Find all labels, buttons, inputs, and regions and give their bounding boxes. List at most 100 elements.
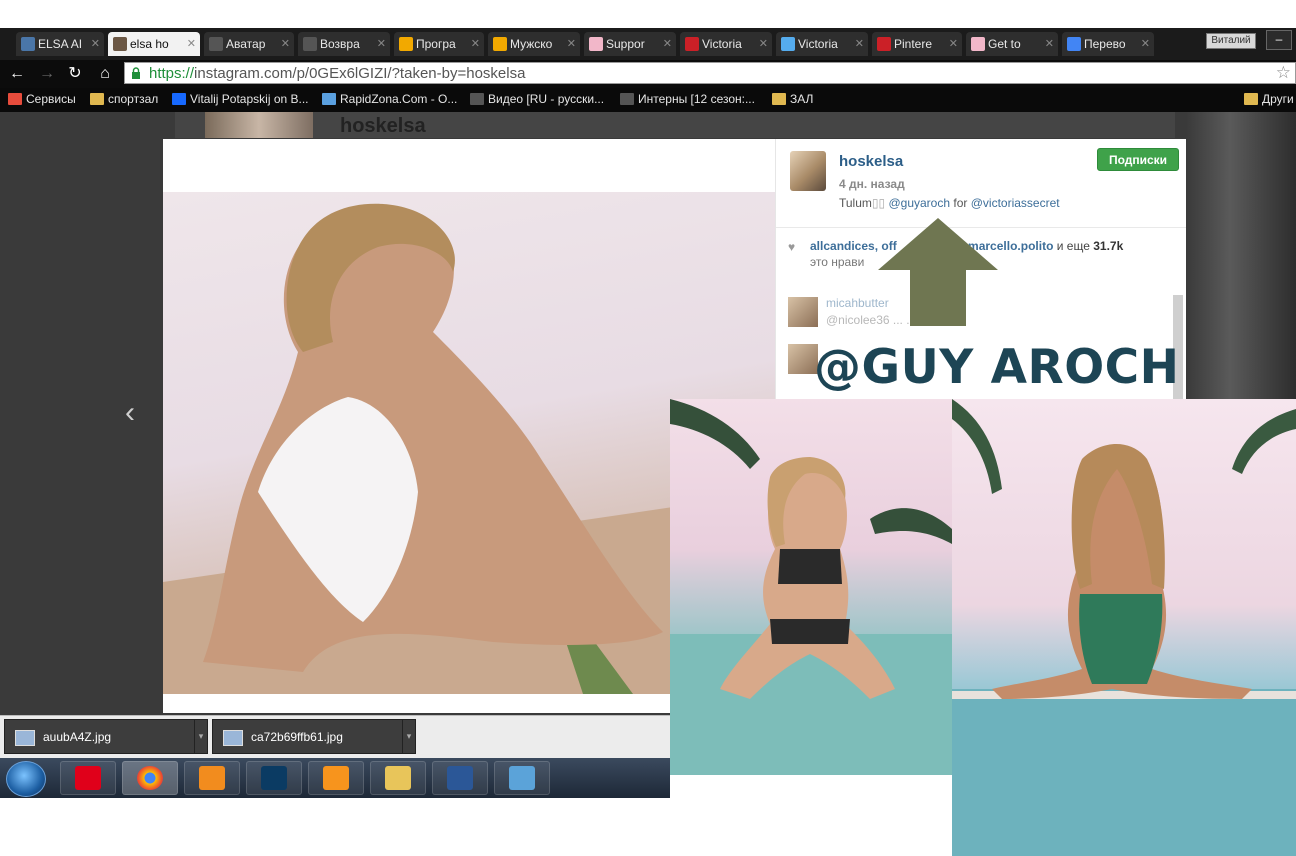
bookmark-item[interactable]: RapidZona.Com - O... [322,92,457,106]
tab-12[interactable]: Перево ✕ [1062,32,1154,56]
close-tab-icon[interactable]: ✕ [281,32,290,56]
bookmark-item[interactable]: Vitalij Potapskij on B... [172,92,309,106]
post-caption: Tulum▯▯ @guyaroch for @victoriassecret [839,196,1060,210]
close-tab-icon[interactable]: ✕ [567,32,576,56]
back-arrow-icon[interactable]: ← [6,64,28,84]
tab-7[interactable]: Suppor ✕ [584,32,676,56]
close-tab-icon[interactable]: ✕ [91,32,100,56]
start-button[interactable] [6,761,46,797]
caption-mention-victoriassecret[interactable]: @victoriassecret [971,196,1060,210]
home-icon[interactable]: ⌂ [94,64,116,84]
tab-4[interactable]: Возвра ✕ [298,32,390,56]
folder-icon [90,93,104,105]
minimize-window-button[interactable]: – [1266,30,1292,50]
lock-icon [132,67,140,79]
image-file-icon [223,730,243,746]
previous-post-arrow-icon[interactable]: ‹ [125,396,135,430]
bookmark-item[interactable]: Други [1244,92,1294,106]
warning-icon [399,37,413,51]
tab-label: Suppor [606,37,645,51]
tab-2[interactable]: elsa ho ✕ [108,32,200,56]
bookmark-item[interactable]: спортзал [90,92,158,106]
comment-avatar[interactable] [788,297,818,327]
user-profile-badge[interactable]: Виталий [1206,33,1256,49]
explorer-icon [385,766,411,790]
bookmark-item[interactable]: ЗАЛ [772,92,813,106]
tab-8[interactable]: Victoria ✕ [680,32,772,56]
tab-label: ELSA AI [38,37,83,51]
caption-glyphs: ▯▯ [871,196,886,210]
close-tab-icon[interactable]: ✕ [1141,32,1150,56]
ex-icon [209,37,223,51]
download-item[interactable]: auubA4Z.jpg ▾ [4,719,208,754]
tab-11[interactable]: Get to ✕ [966,32,1058,56]
chrome-taskbar-button[interactable] [122,761,178,795]
opera-icon [75,766,101,790]
chrome-icon [137,766,163,790]
tab-label: elsa ho [130,37,169,51]
apps-icon [8,93,22,105]
tab-3[interactable]: Аватар ✕ [204,32,294,56]
likes-and: и еще [1056,239,1090,253]
address-bar[interactable]: https://instagram.com/p/0GEx6lGIZI/?take… [124,62,1296,84]
caption-text: Tulum [839,196,872,210]
bookmark-label: Други [1262,92,1294,106]
likes-count: 31.7k [1093,239,1124,253]
close-tab-icon[interactable]: ✕ [377,32,386,56]
tab-6[interactable]: Мужско ✕ [488,32,580,56]
tab-label: Мужско [510,37,553,51]
pdf-icon [323,766,349,790]
tab-10[interactable]: Pintere ✕ [872,32,962,56]
vk-icon [21,37,35,51]
tab-label: Програ [416,37,456,51]
folder-icon [1244,93,1258,105]
tab-9[interactable]: Victoria ✕ [776,32,868,56]
bookmark-label: ЗАЛ [790,92,814,106]
chevron-down-icon[interactable]: ▾ [194,720,207,753]
close-tab-icon[interactable]: ✕ [949,32,958,56]
bookmark-star-icon[interactable]: ☆ [1276,63,1291,83]
annotation-label: @GUY AROCH [814,340,1180,395]
post-author-avatar[interactable] [790,151,826,191]
post-author-username[interactable]: hoskelsa [839,153,903,170]
photo-viewer-taskbar-button[interactable] [494,761,550,795]
close-tab-icon[interactable]: ✕ [471,32,480,56]
ex-icon [303,37,317,51]
close-tab-icon[interactable]: ✕ [759,32,768,56]
heart-icon[interactable]: ♥ [788,240,795,254]
chevron-down-icon[interactable]: ▾ [402,720,415,753]
photoshop-taskbar-button[interactable] [246,761,302,795]
tab-label: Возвра [320,37,360,51]
pdf-taskbar-button[interactable] [308,761,364,795]
profile-avatar-behind [205,112,313,138]
download-item[interactable]: ca72b69ffb61.jpg ▾ [212,719,416,754]
ex-icon [620,93,634,105]
close-tab-icon[interactable]: ✕ [663,32,672,56]
tab-label: Перево [1084,37,1126,51]
close-tab-icon[interactable]: ✕ [855,32,864,56]
bookmark-item[interactable]: Видео [RU - русски... [470,92,604,106]
bookmark-label: Vitalij Potapskij on B... [190,92,309,106]
bookmark-label: спортзал [108,92,159,106]
media-player-taskbar-button[interactable] [184,761,240,795]
likes-line-2: это нрави [810,255,865,269]
close-tab-icon[interactable]: ✕ [187,32,196,56]
follow-button[interactable]: Подписки [1097,148,1179,171]
forward-arrow-icon[interactable]: → [36,64,58,84]
bookmark-label: Видео [RU - русски... [488,92,605,106]
reload-icon[interactable]: ↻ [64,64,86,84]
media-player-icon [199,766,225,790]
tab-5[interactable]: Програ ✕ [394,32,484,56]
ex-icon [470,93,484,105]
word-taskbar-button[interactable] [432,761,488,795]
explorer-taskbar-button[interactable] [370,761,426,795]
close-tab-icon[interactable]: ✕ [1045,32,1054,56]
bookmark-item[interactable]: Сервисы [8,92,76,106]
bookmark-label: RapidZona.Com - O... [340,92,458,106]
opera-taskbar-button[interactable] [60,761,116,795]
tab-label: Аватар [226,37,266,51]
caption-mention-guyaroch[interactable]: @guyaroch [888,196,950,210]
tab-label: Victoria [702,37,742,51]
bookmark-item[interactable]: Интерны [12 сезон:... [620,92,755,106]
tab-1[interactable]: ELSA AI ✕ [16,32,104,56]
